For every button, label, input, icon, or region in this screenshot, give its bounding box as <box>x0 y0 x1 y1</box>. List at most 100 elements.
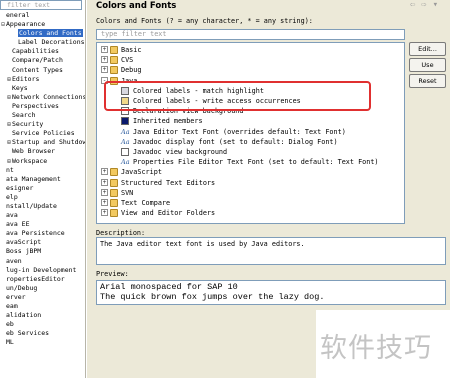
colors-filter-input[interactable]: type filter text <box>96 29 405 40</box>
nav-item[interactable]: lug-in Development <box>0 266 85 275</box>
nav-item[interactable]: ava Persistence <box>0 229 85 238</box>
nav-item[interactable]: eam <box>0 302 85 311</box>
nav-item-label: nstall/Update <box>6 201 57 210</box>
tree-row[interactable]: + SVN <box>97 188 402 198</box>
nav-item[interactable]: eb <box>0 320 85 329</box>
nav-item-label: Label Decorations <box>18 38 85 47</box>
tree-row[interactable]: + JavaScript <box>97 167 402 177</box>
nav-item[interactable]: ⊞Workspace <box>0 156 85 166</box>
nav-item[interactable]: ata Management <box>0 175 85 184</box>
nav-item[interactable]: un/Debug <box>0 283 85 293</box>
nav-item[interactable]: alidation <box>0 311 85 320</box>
nav-item[interactable]: Service Policies <box>0 129 85 138</box>
preview-line-2: The quick brown fox jumps over the lazy … <box>100 291 325 302</box>
nav-item[interactable]: nt <box>0 166 85 175</box>
tree-row-label: View and Editor Folders <box>121 209 216 218</box>
nav-item[interactable]: Search <box>0 111 85 120</box>
nav-item[interactable]: Label Decorations <box>0 38 85 47</box>
tree-row[interactable]: + Debug <box>97 65 402 75</box>
expand-toggle-icon[interactable]: + <box>101 209 108 217</box>
font-icon: Aa <box>121 158 130 167</box>
expand-toggle-icon[interactable]: + <box>101 199 108 206</box>
nav-item[interactable]: Boss jBPM <box>0 247 85 256</box>
expand-toggle-icon[interactable]: + <box>101 56 108 64</box>
expand-toggle-icon[interactable]: + <box>101 46 108 53</box>
nav-item[interactable]: aven <box>0 257 85 266</box>
nav-item[interactable]: Keys <box>0 83 85 93</box>
nav-item[interactable]: Colors and Fonts <box>0 29 85 38</box>
tree-row-label: Debug <box>121 66 142 75</box>
menu-arrow-icon[interactable]: ▾ <box>433 0 444 10</box>
use-system-button[interactable]: Use System <box>409 58 446 81</box>
forward-arrow-icon[interactable]: ⇨ <box>421 0 432 10</box>
nav-item[interactable]: eneral <box>0 11 85 20</box>
page-title: Colors and Fonts <box>96 1 177 11</box>
tree-row[interactable]: + Basic <box>97 45 402 55</box>
edit-button[interactable]: Edit... <box>409 42 446 56</box>
nav-item-label: Search <box>12 111 36 120</box>
nav-item[interactable]: Compare/Patch <box>0 56 85 65</box>
nav-item-label: Colors and Fonts <box>18 29 83 38</box>
nav-item[interactable]: avaScript <box>0 238 85 247</box>
tree-row-label: Properties File Editor Text Font (set to… <box>133 158 379 167</box>
expand-toggle-icon[interactable]: + <box>101 188 108 196</box>
reset-button[interactable]: Reset <box>409 74 446 88</box>
nav-item-label: Keys <box>12 83 28 92</box>
nav-item[interactable]: esigner <box>0 183 85 193</box>
tree-row[interactable]: + Text Compare <box>97 198 402 208</box>
nav-item-label: Workspace <box>12 156 48 165</box>
tree-row[interactable]: Aa Properties File Editor Text Font (set … <box>97 157 402 167</box>
preferences-nav-pane: filter text eneral ⊟Appearance Colors and … <box>0 0 86 378</box>
tree-row[interactable]: + CVS <box>97 55 402 65</box>
font-icon: Aa <box>121 137 130 146</box>
expand-toggle-icon[interactable]: + <box>101 66 108 74</box>
nav-item[interactable]: ⊞Security <box>0 120 85 129</box>
nav-item-label: ML <box>6 338 14 347</box>
nav-item-label: Security <box>12 120 44 129</box>
nav-item[interactable]: erver <box>0 293 85 302</box>
nav-item[interactable]: Capabilities <box>0 47 85 56</box>
nav-item[interactable]: Web Browser <box>0 147 85 156</box>
nav-item[interactable]: ⊞Network Connections <box>0 93 85 102</box>
nav-item[interactable]: eb Services <box>0 329 85 338</box>
expand-toggle-icon[interactable]: + <box>101 178 108 186</box>
nav-item[interactable]: nstall/Update <box>0 201 85 211</box>
nav-item[interactable]: Content Types <box>0 66 85 75</box>
description-text: The Java editor text font is used by Jav… <box>100 240 305 248</box>
nav-item[interactable]: ava <box>0 211 85 220</box>
nav-item-label: Perspectives <box>12 101 59 110</box>
nav-item[interactable]: ⊟Appearance <box>0 20 85 29</box>
nav-item[interactable]: ava EE <box>0 220 85 229</box>
tree-row[interactable]: + View and Editor Folders <box>97 208 402 218</box>
nav-item[interactable]: ML <box>0 338 85 347</box>
nav-item-label: Capabilities <box>12 47 59 56</box>
folder-icon <box>110 188 118 197</box>
back-arrow-icon[interactable]: ⇦ <box>410 0 421 10</box>
colors-fonts-tree[interactable]: + Basic + CVS + Debug - Java Colored labels - ma… <box>96 42 405 224</box>
nav-item-label: Startup and Shutdown <box>12 138 86 147</box>
nav-item-label: esigner <box>6 183 34 192</box>
description-label: Description: <box>96 229 146 237</box>
expand-toggle-icon[interactable]: + <box>101 168 108 176</box>
tree-row-label: Javadoc display font (set to default: Di… <box>133 137 338 146</box>
tree-row[interactable]: + Structured Text Editors <box>97 178 402 188</box>
nav-item[interactable]: ⊞Startup and Shutdown <box>0 138 86 147</box>
watermark: 软件技巧 <box>316 310 450 378</box>
nav-item[interactable]: ropertiesEditor <box>0 275 85 284</box>
nav-item-label: un/Debug <box>6 283 38 292</box>
folder-icon <box>110 209 118 218</box>
tree-row[interactable]: Aa Javadoc display font (set to default: … <box>97 137 402 147</box>
nav-item[interactable]: elp <box>0 193 85 202</box>
nav-item[interactable]: ⊞Editors <box>0 75 85 84</box>
tree-row[interactable]: Javadoc view background <box>97 147 402 157</box>
tree-row[interactable]: Inherited members <box>97 116 402 126</box>
folder-icon <box>110 178 118 187</box>
tree-row-label: Text Compare <box>121 199 171 207</box>
folder-icon <box>110 56 118 65</box>
nav-item[interactable]: Perspectives <box>0 101 85 111</box>
highlight-annotation <box>104 81 371 111</box>
nav-filter-input[interactable]: filter text <box>0 0 82 10</box>
tree-row[interactable]: Aa Java Editor Text Font (overrides defau… <box>97 127 402 137</box>
nav-item-label: ava EE <box>6 220 30 229</box>
tree-row-label: Structured Text Editors <box>121 178 216 187</box>
